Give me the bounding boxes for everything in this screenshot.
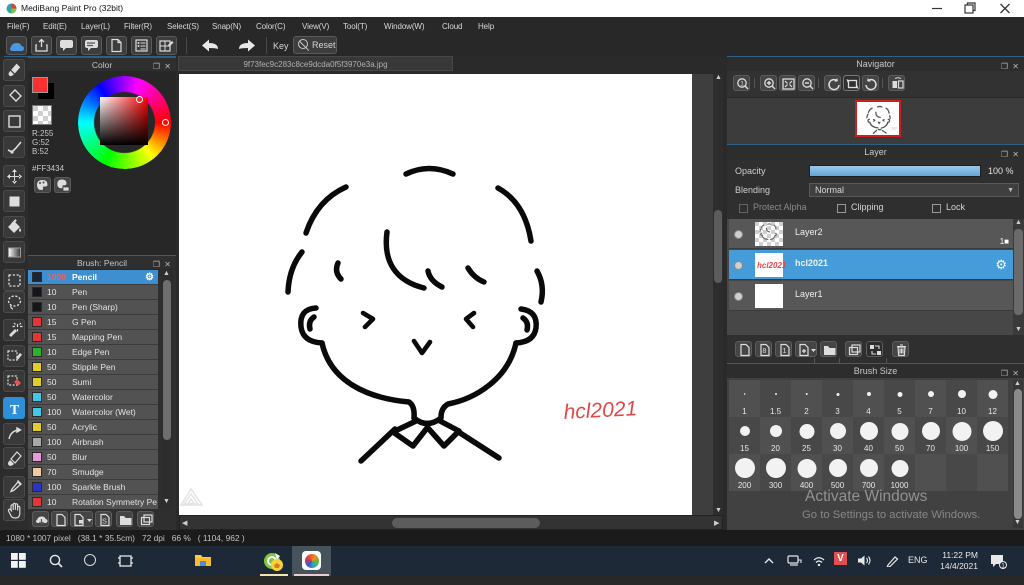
svg-text:S: S (102, 517, 107, 526)
svg-text:hcl: hcl (892, 127, 897, 131)
svg-text:hcl2021: hcl2021 (563, 397, 638, 424)
svg-text:8: 8 (763, 348, 767, 355)
svg-text:1: 1 (783, 348, 787, 355)
svg-text:T: T (10, 403, 20, 418)
svg-text:1: 1 (740, 81, 744, 88)
svg-text:1: 1 (1001, 563, 1005, 569)
